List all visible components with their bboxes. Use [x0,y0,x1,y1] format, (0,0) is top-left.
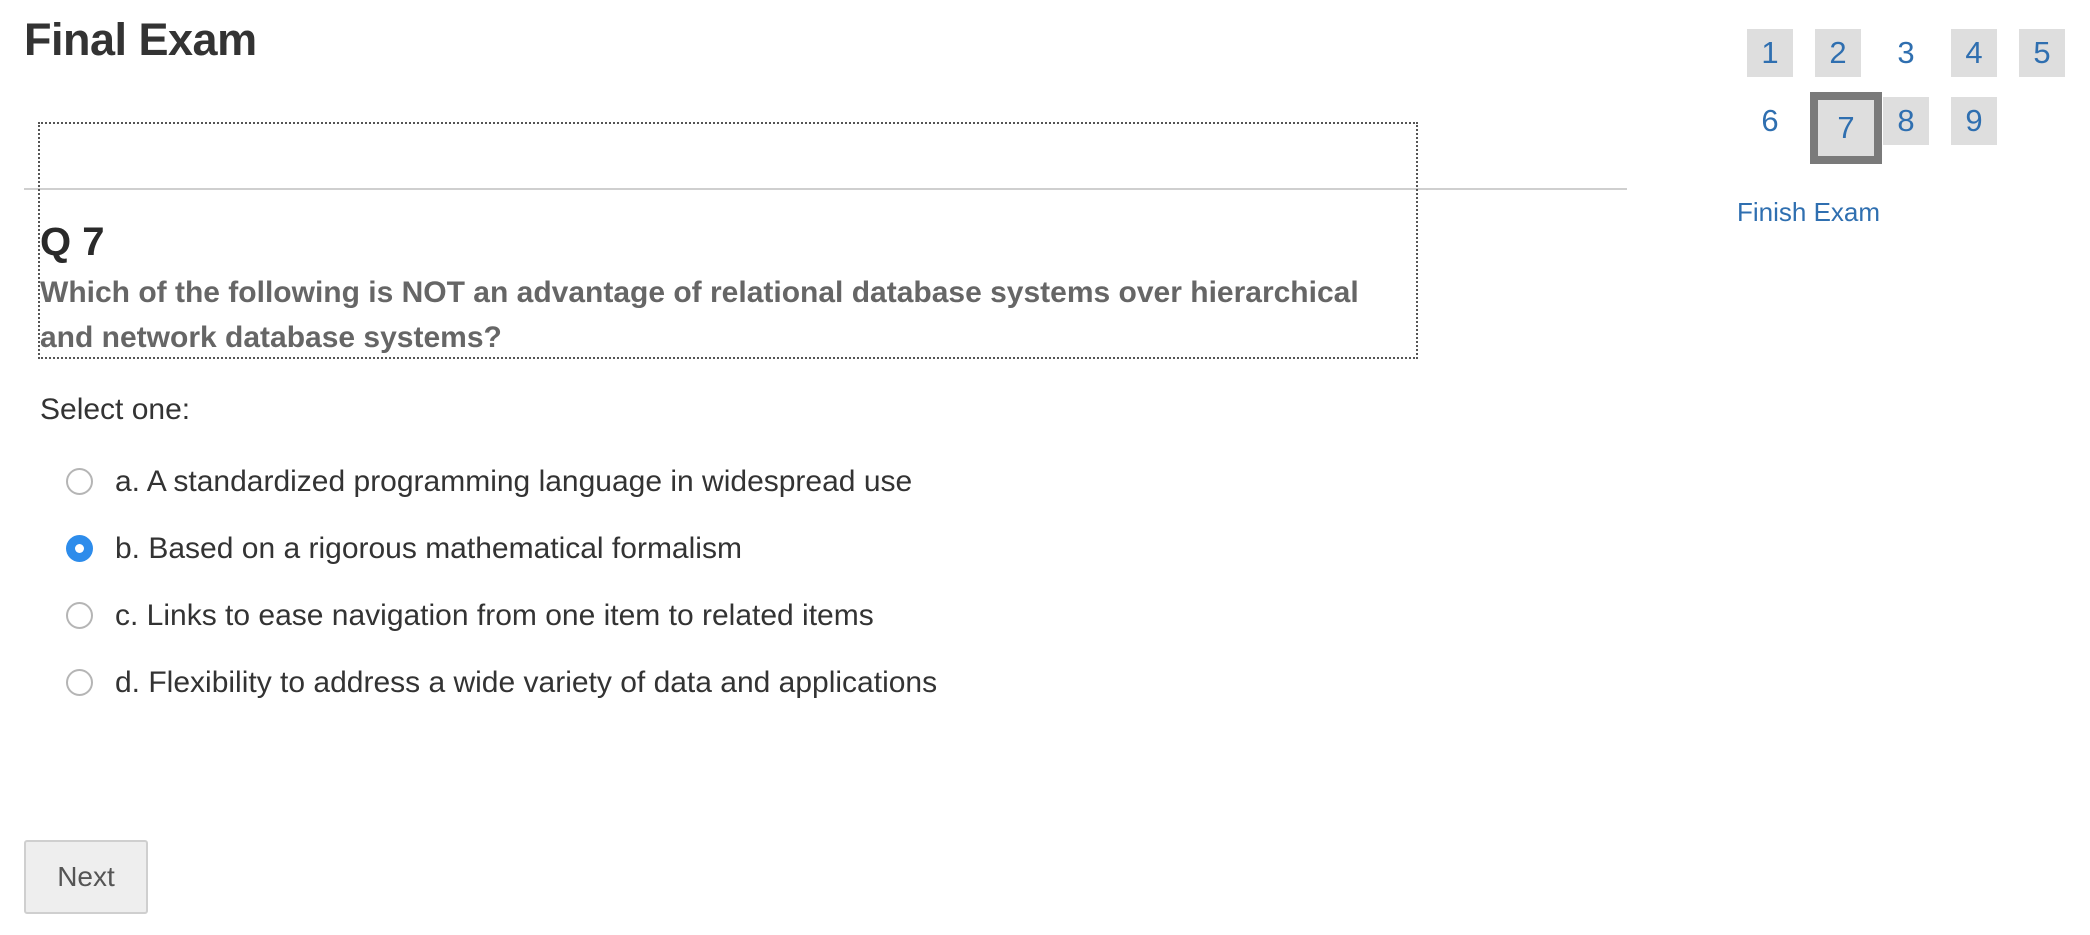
question-nav-row: 6 7 8 9 [1745,92,2085,164]
radio-button-a[interactable] [66,468,93,495]
question-navigation: 1 2 3 4 5 6 7 8 9 [1745,27,2085,164]
answer-option-label[interactable]: b. Based on a rigorous mathematical form… [115,532,742,566]
exam-page: Final Exam Q 7 Which of the following is… [0,0,2090,935]
answer-options: a. A standardized programming language i… [66,448,937,716]
question-number: Q 7 [40,220,105,264]
question-nav-5[interactable]: 5 [2019,29,2065,77]
answer-option-b[interactable]: b. Based on a rigorous mathematical form… [66,515,937,582]
answer-option-a[interactable]: a. A standardized programming language i… [66,448,937,515]
answer-option-label[interactable]: d. Flexibility to address a wide variety… [115,666,937,700]
question-nav-7[interactable]: 7 [1810,92,1882,164]
question-nav-6[interactable]: 6 [1747,97,1793,145]
question-nav-2[interactable]: 2 [1815,29,1861,77]
answer-option-d[interactable]: d. Flexibility to address a wide variety… [66,649,937,716]
finish-exam-link[interactable]: Finish Exam [1737,197,1880,228]
question-nav-row: 1 2 3 4 5 [1745,27,2085,95]
question-nav-4[interactable]: 4 [1951,29,1997,77]
question-nav-8[interactable]: 8 [1883,97,1929,145]
radio-button-d[interactable] [66,669,93,696]
question-text: Which of the following is NOT an advanta… [40,276,1359,354]
radio-button-b[interactable] [66,535,93,562]
question-nav-1[interactable]: 1 [1747,29,1793,77]
select-one-label: Select one: [40,393,191,426]
page-title: Final Exam [24,14,257,65]
answer-option-c[interactable]: c. Links to ease navigation from one ite… [66,582,937,649]
question-nav-9[interactable]: 9 [1951,97,1997,145]
radio-button-c[interactable] [66,602,93,629]
answer-option-label[interactable]: c. Links to ease navigation from one ite… [115,599,874,633]
question-nav-3[interactable]: 3 [1883,29,1929,77]
next-button[interactable]: Next [24,840,148,914]
answer-option-label[interactable]: a. A standardized programming language i… [115,465,912,499]
